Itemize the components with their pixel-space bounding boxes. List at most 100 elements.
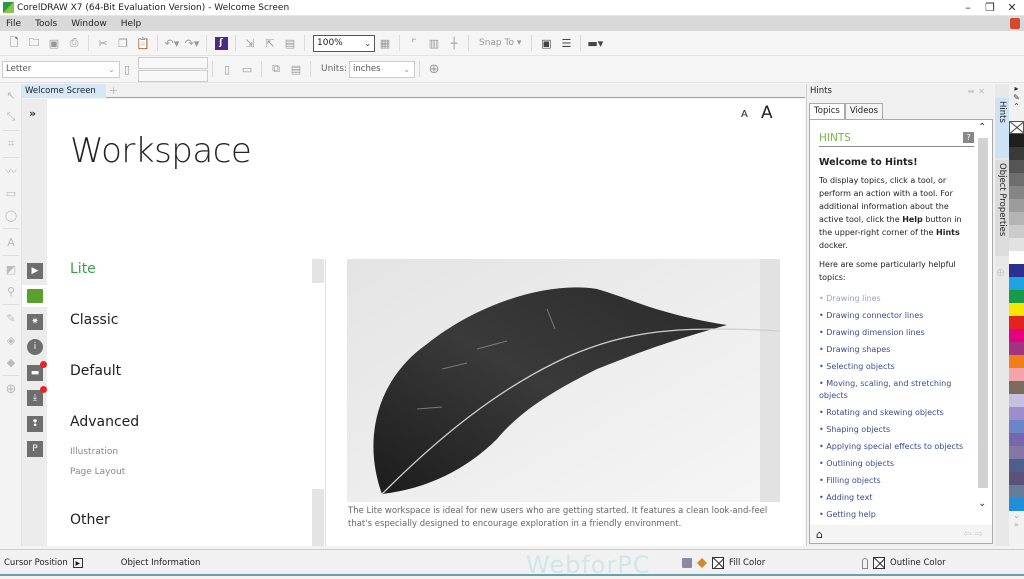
tab-topics[interactable]: Topics <box>809 103 845 120</box>
workspace-lite[interactable]: Lite <box>70 261 96 277</box>
gallery-icon[interactable]: ❢ <box>27 416 43 432</box>
whats-new-icon[interactable]: ✷ <box>27 314 43 330</box>
close-button[interactable]: ✕ <box>1006 1 1018 15</box>
page-width-field[interactable] <box>138 56 208 69</box>
decrease-font-button[interactable]: A <box>741 109 748 120</box>
scrollbar-track[interactable] <box>312 489 324 546</box>
color-swatch[interactable] <box>1009 498 1024 511</box>
dock-tab-object-properties[interactable]: Object Properties <box>995 160 1009 256</box>
color-swatch[interactable] <box>1009 420 1024 433</box>
hint-topic-link[interactable]: • Getting help <box>819 506 974 523</box>
dock-tab-hints[interactable]: Hints <box>995 98 1009 158</box>
new-tab-icon[interactable]: + <box>109 84 118 97</box>
import-icon[interactable]: ⇲ <box>240 34 260 52</box>
workspace-default[interactable]: Default <box>70 363 121 379</box>
play-icon[interactable]: ▶ <box>72 558 83 568</box>
outline-color-indicator[interactable]: Outline Color <box>862 557 946 569</box>
color-swatch[interactable] <box>1009 316 1024 329</box>
minimize-button[interactable]: – <box>962 1 974 15</box>
hint-topic-link[interactable]: • Drawing dimension lines <box>819 324 974 341</box>
corel-connect-icon[interactable]: ʃ <box>211 34 231 52</box>
paste-icon[interactable]: 📋 <box>133 34 153 52</box>
chevron-up-icon[interactable]: ⌃ <box>978 122 986 133</box>
color-swatch[interactable] <box>1009 407 1024 420</box>
undo-icon[interactable]: ↶▾ <box>162 34 182 52</box>
expand-icon[interactable]: » <box>29 107 36 120</box>
color-proofing-icon[interactable] <box>682 558 692 568</box>
add-icon[interactable]: ⊕ <box>424 60 444 78</box>
color-swatch[interactable] <box>1009 485 1024 498</box>
hint-topic-link[interactable]: • Drawing lines <box>819 290 974 307</box>
color-swatch[interactable] <box>1009 251 1024 264</box>
workspace-list-scrollbar[interactable] <box>312 259 324 546</box>
fill-color-indicator[interactable]: Fill Color <box>682 557 765 569</box>
workspace-icon[interactable] <box>22 285 47 307</box>
user-account-icon[interactable] <box>1010 18 1020 29</box>
color-swatch[interactable] <box>1009 394 1024 407</box>
color-swatch[interactable] <box>1009 342 1024 355</box>
menu-help[interactable]: Help <box>114 19 149 29</box>
crop-tool-icon[interactable]: ⌗ <box>0 133 22 155</box>
palette-controls[interactable]: ▸ ✎ ⌃ <box>1009 84 1024 121</box>
menu-file[interactable]: File <box>0 19 28 29</box>
portrait-icon[interactable]: ▯ <box>217 60 237 78</box>
all-pages-icon[interactable]: ⧉ <box>266 60 286 78</box>
eyedropper-tool-icon[interactable]: ✎ <box>0 307 22 329</box>
tab-videos[interactable]: Videos <box>844 103 884 119</box>
palette-scroll-down[interactable]: ⌄» <box>1009 511 1024 529</box>
scrollbar-thumb[interactable] <box>312 259 324 283</box>
color-swatch[interactable] <box>1009 238 1024 251</box>
color-swatch[interactable] <box>1009 264 1024 277</box>
color-swatch[interactable] <box>1009 173 1024 186</box>
smart-fill-tool-icon[interactable]: ◆ <box>0 351 22 373</box>
color-swatch[interactable] <box>1009 225 1024 238</box>
hint-topic-link[interactable]: • Moving, scaling, and stretching object… <box>819 375 974 404</box>
cut-icon[interactable]: ✂ <box>93 34 113 52</box>
interactive-fill-tool-icon[interactable]: ◈ <box>0 329 22 351</box>
menu-window[interactable]: Window <box>64 19 114 29</box>
tab-welcome-screen[interactable]: Welcome Screen <box>22 84 106 98</box>
freehand-tool-icon[interactable]: 〰 <box>0 160 22 182</box>
hints-scrollbar[interactable]: ⌃ ⌄ <box>976 120 990 520</box>
help-icon[interactable]: ? <box>963 132 974 143</box>
color-swatch[interactable] <box>1009 446 1024 459</box>
color-swatch[interactable] <box>1009 160 1024 173</box>
color-swatch[interactable] <box>1009 147 1024 160</box>
open-folder-icon[interactable]: 🗀 <box>24 34 44 52</box>
workspace-advanced[interactable]: Advanced <box>70 414 139 430</box>
info-icon[interactable]: i <box>27 339 43 355</box>
no-color-swatch[interactable] <box>1009 121 1024 134</box>
export-icon[interactable]: ⇱ <box>260 34 280 52</box>
hint-topic-link[interactable]: • Rotating and skewing objects <box>819 404 974 421</box>
color-swatch[interactable] <box>1009 212 1024 225</box>
get-started-icon[interactable]: ▶ <box>27 263 43 279</box>
p-icon[interactable]: P <box>27 441 43 457</box>
docker-controls[interactable]: ⇹✕ <box>968 87 994 96</box>
color-swatch[interactable] <box>1009 381 1024 394</box>
publish-pdf-icon[interactable]: ▤ <box>280 34 300 52</box>
color-swatch[interactable] <box>1009 290 1024 303</box>
download-icon[interactable]: ⤓ <box>27 386 47 406</box>
full-screen-preview-icon[interactable]: ▦ <box>375 34 395 52</box>
landscape-icon[interactable]: ▭ <box>237 60 257 78</box>
page-height-field[interactable] <box>138 69 208 82</box>
hint-topic-link[interactable]: • Adding text <box>819 489 974 506</box>
hint-topic-link[interactable]: • Applying special effects to objects <box>819 438 974 455</box>
workspace-classic[interactable]: Classic <box>70 312 118 328</box>
redo-icon[interactable]: ↷▾ <box>182 34 202 52</box>
color-swatch[interactable] <box>1009 433 1024 446</box>
workspace-other[interactable]: Other <box>70 512 110 528</box>
new-document-icon[interactable]: 🗋 <box>4 34 24 52</box>
add-docker-icon[interactable]: ⊕ <box>996 266 1005 279</box>
color-swatch[interactable] <box>1009 329 1024 342</box>
guidelines-icon[interactable]: ┼ <box>444 34 464 52</box>
zoom-level-select[interactable]: 100% ⌄ <box>313 34 375 52</box>
hint-topic-link[interactable]: • Shaping objects <box>819 421 974 438</box>
color-swatch[interactable] <box>1009 199 1024 212</box>
pick-tool-icon[interactable]: ↖ <box>0 84 22 106</box>
video-icon[interactable]: ▬ <box>27 361 47 381</box>
rulers-icon[interactable]: ⌜ <box>404 34 424 52</box>
hint-topic-link[interactable]: • Outlining objects <box>819 455 974 472</box>
units-select[interactable]: inches ⌄ <box>349 60 416 78</box>
add-tool-icon[interactable]: ⊕ <box>0 378 22 400</box>
